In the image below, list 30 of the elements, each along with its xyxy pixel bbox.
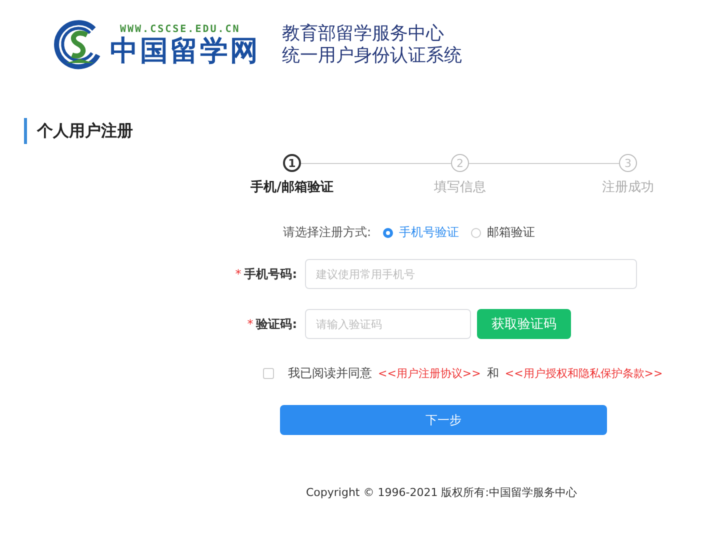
system-title: 教育部留学服务中心	[282, 23, 445, 45]
method-label: 请选择注册方式:	[283, 224, 372, 241]
radio-label[interactable]: 手机号验证	[399, 224, 460, 241]
step-label: 手机/邮箱验证	[250, 180, 334, 195]
logo-name-text: 中国留学网	[110, 34, 260, 66]
step-number: 2	[451, 154, 469, 172]
required-asterisk: *	[247, 316, 254, 330]
logo-url-text: WWW.CSCSE.EDU.CN	[120, 24, 242, 34]
step-label: 填写信息	[434, 180, 486, 195]
step-number: 3	[619, 154, 637, 172]
input-field[interactable]: 请输入验证码	[305, 309, 471, 339]
required-asterisk: *	[235, 266, 242, 280]
field-label: 验证码:	[256, 316, 297, 330]
radio-button[interactable]	[471, 228, 482, 238]
radio-button[interactable]	[383, 228, 394, 238]
radio-label[interactable]: 邮箱验证	[487, 224, 536, 241]
get-code-button[interactable]: 获取验证码	[477, 309, 571, 339]
system-title: 统一用户身份认证系统	[282, 45, 462, 67]
agreement-link[interactable]: <<用户授权和隐私保护条款>>	[504, 366, 663, 381]
agreement-link[interactable]: <<用户注册协议>>	[378, 366, 481, 381]
copyright-text: Copyright © 1996-2021 版权所有:中国留学服务中心	[306, 485, 578, 500]
agree-checkbox[interactable]	[263, 368, 274, 379]
input-field[interactable]: 建议使用常用手机号	[305, 259, 637, 289]
step-label: 注册成功	[602, 180, 654, 195]
step-number: 1	[283, 154, 301, 172]
next-step-button[interactable]: 下一步	[280, 405, 607, 435]
agreement-text: 我已阅读并同意	[288, 365, 372, 382]
conjunction-text: 和	[486, 365, 499, 382]
section-title: 个人用户注册	[24, 118, 711, 144]
field-label: 手机号码:	[244, 266, 297, 280]
